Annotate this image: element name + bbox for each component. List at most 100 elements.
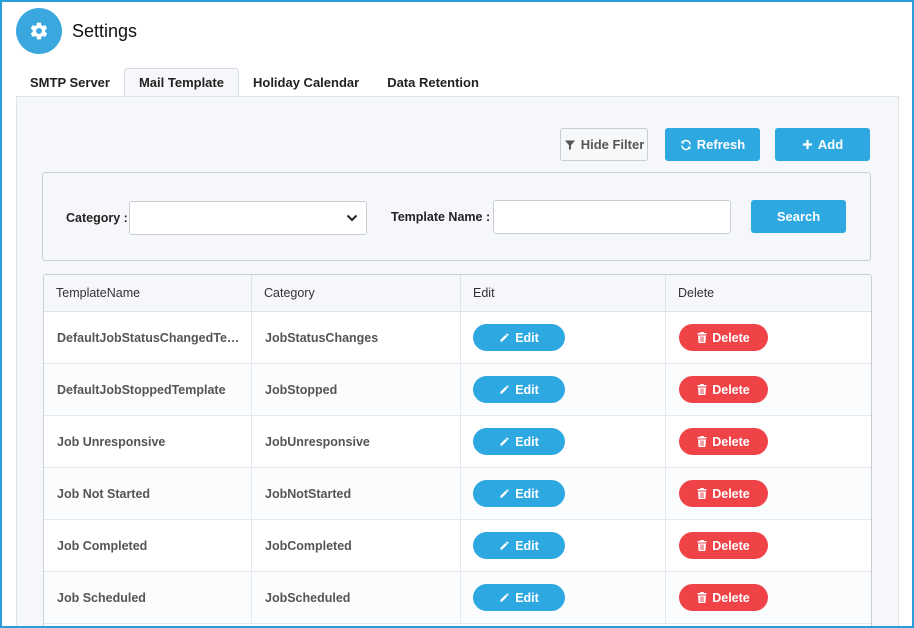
edit-label: Edit: [515, 538, 539, 553]
template-name-text: Job Scheduled: [57, 590, 146, 605]
settings-window: Settings SMTP Server Mail Template Holid…: [0, 0, 914, 628]
delete-label: Delete: [712, 590, 750, 605]
table-row: Job Unresponsive JobUnresponsive Edit De…: [44, 416, 871, 468]
page-title: Settings: [72, 20, 138, 41]
template-name-cell: DefaultJobStoppedTemplate: [44, 364, 252, 415]
table-header: TemplateName Category Edit Delete: [44, 275, 871, 312]
delete-button[interactable]: Delete: [679, 584, 768, 611]
category-text: JobNotStarted: [265, 486, 352, 501]
pencil-icon: [500, 593, 509, 602]
delete-cell: Delete: [666, 416, 871, 467]
edit-button[interactable]: Edit: [473, 584, 565, 611]
add-button[interactable]: Add: [775, 128, 870, 161]
delete-cell: Delete: [666, 312, 871, 363]
edit-button[interactable]: Edit: [473, 324, 565, 351]
delete-button[interactable]: Delete: [679, 480, 768, 507]
template-name-cell: Job Unresponsive: [44, 416, 252, 467]
trash-icon: [697, 436, 707, 447]
category-text: JobCompleted: [265, 538, 352, 553]
edit-cell: Edit: [461, 416, 666, 467]
category-text: JobStatusChanges: [265, 330, 379, 345]
edit-button[interactable]: Edit: [473, 532, 565, 559]
category-cell: JobCompleted: [252, 520, 461, 571]
category-cell: JobStatusChanges: [252, 312, 461, 363]
hide-filter-button[interactable]: Hide Filter: [560, 128, 648, 161]
search-button[interactable]: Search: [751, 200, 846, 233]
template-name-text: DefaultJobStatusChangedTemplate: [57, 330, 249, 345]
column-header-template-name[interactable]: TemplateName: [44, 275, 252, 311]
trash-icon: [697, 332, 707, 343]
column-header-category[interactable]: Category: [252, 275, 461, 311]
page-header: Settings: [16, 8, 137, 54]
tab-smtp-server[interactable]: SMTP Server: [16, 68, 124, 96]
edit-label: Edit: [515, 382, 539, 397]
table-row: Job Scheduled JobScheduled Edit Delete: [44, 572, 871, 624]
template-name-input[interactable]: [493, 200, 731, 234]
template-name-label: Template Name :: [391, 210, 491, 224]
edit-button[interactable]: Edit: [473, 480, 565, 507]
template-name-text: Job Not Started: [57, 486, 151, 501]
pencil-icon: [500, 541, 509, 550]
delete-cell: Delete: [666, 520, 871, 571]
table-body: DefaultJobStatusChangedTemplate JobStatu…: [44, 312, 871, 624]
filter-icon: [564, 140, 575, 150]
trash-icon: [697, 384, 707, 395]
plus-icon: [802, 139, 812, 150]
delete-label: Delete: [712, 330, 750, 345]
template-name-text: Job Unresponsive: [57, 434, 166, 449]
template-name-cell: DefaultJobStatusChangedTemplate: [44, 312, 252, 363]
column-header-delete: Delete: [678, 286, 715, 300]
tab-data-retention[interactable]: Data Retention: [373, 68, 493, 96]
delete-button[interactable]: Delete: [679, 376, 768, 403]
edit-label: Edit: [515, 486, 539, 501]
delete-button[interactable]: Delete: [679, 428, 768, 455]
template-name-cell: Job Scheduled: [44, 572, 252, 623]
category-text: JobStopped: [265, 382, 338, 397]
pencil-icon: [500, 333, 509, 342]
category-text: JobScheduled: [265, 590, 351, 605]
column-header-edit: Edit: [461, 275, 666, 311]
delete-cell: Delete: [666, 572, 871, 623]
edit-cell: Edit: [461, 364, 666, 415]
trash-icon: [697, 488, 707, 499]
delete-label: Delete: [712, 382, 750, 397]
edit-cell: Edit: [461, 312, 666, 363]
edit-cell: Edit: [461, 572, 666, 623]
delete-button[interactable]: Delete: [679, 532, 768, 559]
edit-button[interactable]: Edit: [473, 428, 565, 455]
filter-box: Category : Template Name : Search: [42, 172, 871, 261]
table-row: DefaultJobStoppedTemplate JobStopped Edi…: [44, 364, 871, 416]
delete-cell: Delete: [666, 468, 871, 519]
settings-tabs: SMTP Server Mail Template Holiday Calend…: [16, 68, 493, 96]
category-cell: JobUnresponsive: [252, 416, 461, 467]
table-row: Job Completed JobCompleted Edit Delete: [44, 520, 871, 572]
edit-button[interactable]: Edit: [473, 376, 565, 403]
category-cell: JobNotStarted: [252, 468, 461, 519]
category-label: Category :: [66, 211, 128, 225]
category-text: JobUnresponsive: [265, 434, 370, 449]
edit-label: Edit: [515, 590, 539, 605]
template-name-text: DefaultJobStoppedTemplate: [57, 382, 226, 397]
trash-icon: [697, 540, 707, 551]
edit-label: Edit: [515, 434, 539, 449]
edit-cell: Edit: [461, 468, 666, 519]
refresh-icon: [681, 139, 691, 150]
delete-label: Delete: [712, 538, 750, 553]
template-name-cell: Job Not Started: [44, 468, 252, 519]
table-row: DefaultJobStatusChangedTemplate JobStatu…: [44, 312, 871, 364]
edit-label: Edit: [515, 330, 539, 345]
add-label: Add: [817, 137, 844, 152]
delete-label: Delete: [712, 486, 750, 501]
hide-filter-label: Hide Filter: [580, 137, 645, 152]
delete-button[interactable]: Delete: [679, 324, 768, 351]
tab-mail-template[interactable]: Mail Template: [123, 68, 239, 96]
tab-holiday-calendar[interactable]: Holiday Calendar: [239, 68, 373, 96]
edit-cell: Edit: [461, 520, 666, 571]
chevron-down-icon: [346, 214, 358, 222]
delete-label: Delete: [712, 434, 750, 449]
mail-template-table: TemplateName Category Edit Delete Defaul…: [43, 274, 872, 626]
refresh-button[interactable]: Refresh: [665, 128, 760, 161]
refresh-label: Refresh: [696, 137, 746, 152]
category-cell: JobScheduled: [252, 572, 461, 623]
category-select[interactable]: [129, 201, 367, 235]
